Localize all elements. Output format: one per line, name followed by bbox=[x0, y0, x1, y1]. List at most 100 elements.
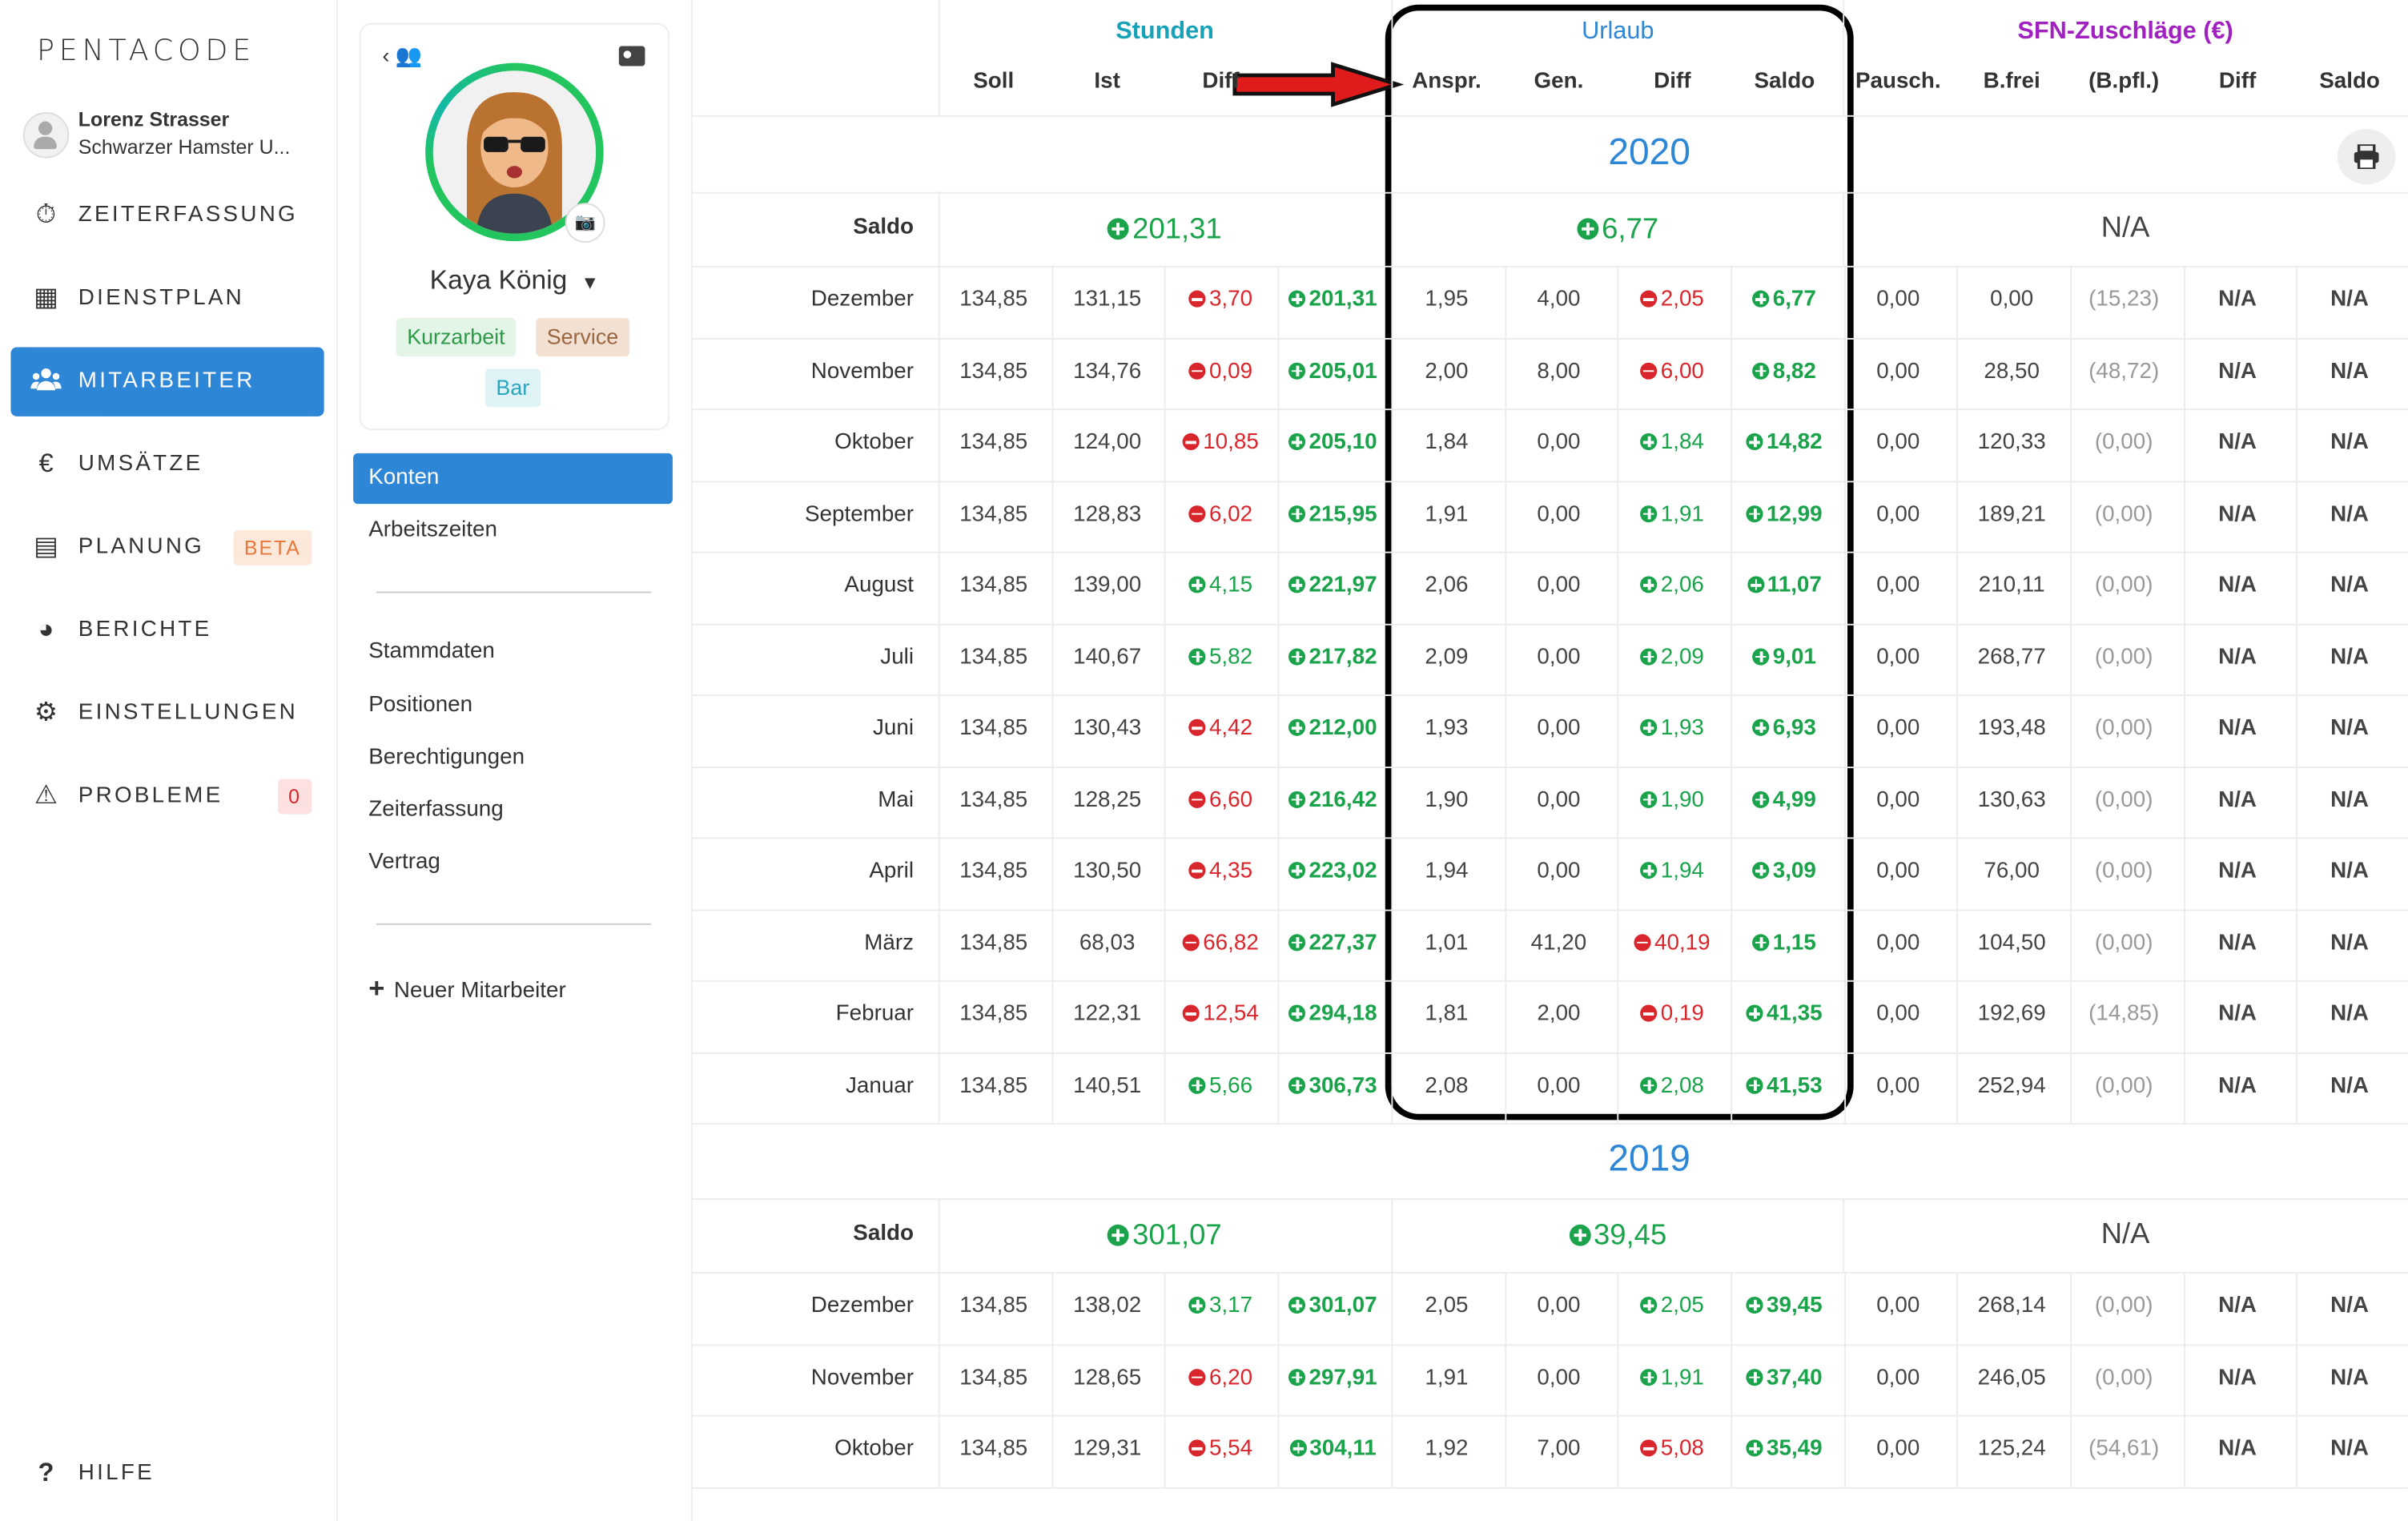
table-cell-soll: 134,85 bbox=[959, 501, 1028, 526]
euro-icon: € bbox=[38, 449, 54, 478]
table-cell-pausch: 0,00 bbox=[1876, 1365, 1920, 1390]
table-cell-udiff: 2,08 bbox=[1615, 1073, 1729, 1098]
column-divider bbox=[1956, 408, 1959, 481]
plus-circle-icon bbox=[1752, 933, 1770, 951]
table-cell-usaldo: 41,35 bbox=[1727, 1002, 1841, 1026]
column-divider bbox=[938, 1414, 940, 1487]
table-cell-usaldo: 6,77 bbox=[1727, 288, 1841, 312]
table-cell-ssaldo: N/A bbox=[2330, 1365, 2370, 1390]
employee-name-dropdown[interactable]: Kaya König ▼ bbox=[361, 264, 669, 296]
column-divider bbox=[1956, 980, 1959, 1052]
camera-icon[interactable]: 📷 bbox=[565, 203, 605, 243]
row-divider bbox=[690, 837, 2408, 839]
table-cell-bpfl: (0,00) bbox=[2094, 430, 2153, 455]
minus-circle-icon bbox=[1183, 933, 1200, 951]
nav-item-hilfe[interactable]: ? HILFE bbox=[10, 1439, 324, 1508]
table-cell-udiff: 1,91 bbox=[1615, 1365, 1729, 1390]
value: 37,40 bbox=[1767, 1365, 1823, 1390]
user-menu[interactable]: Lorenz Strasser Schwarzer Hamster U... bbox=[22, 104, 331, 166]
user-company: Schwarzer Hamster U... bbox=[78, 135, 291, 159]
column-divider bbox=[2183, 908, 2185, 980]
table-cell-diff: 6,20 bbox=[1164, 1365, 1278, 1390]
id-card-icon[interactable] bbox=[618, 46, 645, 66]
table-cell-ist: 130,43 bbox=[1073, 715, 1142, 741]
column-divider bbox=[1505, 908, 1507, 980]
new-employee-button[interactable]: + Neuer Mitarbeiter bbox=[353, 960, 673, 1011]
plus-circle-icon bbox=[1747, 1296, 1764, 1314]
table-cell-anspr: 1,91 bbox=[1425, 501, 1469, 526]
subnav-arbeitszeiten[interactable]: Arbeitszeiten bbox=[353, 505, 673, 556]
nav-item-zeiterfassung[interactable]: ⏱ ZEITERFASSUNG bbox=[10, 181, 324, 250]
nav-item-probleme[interactable]: ⚠ PROBLEME 0 bbox=[10, 762, 324, 831]
users-icon bbox=[30, 366, 62, 396]
table-cell-soll: 134,85 bbox=[959, 1001, 1028, 1027]
table-cell-bfrei: 76,00 bbox=[1984, 859, 2040, 883]
column-header: B.frei bbox=[1983, 69, 2040, 95]
back-to-employees-icon[interactable]: ‹ 👥 bbox=[383, 43, 423, 70]
caret-down-icon: ▼ bbox=[581, 272, 600, 294]
column-divider bbox=[1956, 265, 1959, 338]
table-cell-pausch: 0,00 bbox=[1876, 501, 1920, 526]
nav-item-planung[interactable]: ▤ PLANUNG BETA bbox=[10, 513, 324, 582]
saldo-row-label: Saldo bbox=[853, 1221, 915, 1246]
value: 0,19 bbox=[1660, 1001, 1704, 1027]
column-divider bbox=[1617, 265, 1619, 338]
subnav-zeiterfassung[interactable]: Zeiterfassung bbox=[353, 785, 673, 835]
column-divider bbox=[1844, 622, 1847, 695]
column-divider bbox=[2070, 265, 2072, 338]
value: 6,00 bbox=[1660, 358, 1704, 384]
column-divider bbox=[938, 622, 940, 695]
plus-circle-icon bbox=[1640, 1076, 1658, 1093]
plus-circle-icon bbox=[1640, 1368, 1658, 1386]
table-cell-ssaldo: N/A bbox=[2330, 787, 2370, 812]
plus-circle-icon bbox=[1189, 576, 1207, 594]
nav-item-einstellungen[interactable]: ⚙ EINSTELLUNGEN bbox=[10, 679, 324, 748]
column-divider bbox=[938, 694, 940, 767]
column-divider bbox=[1164, 1414, 1166, 1487]
nav-item-dienstplan[interactable]: ▦ DIENSTPLAN bbox=[10, 264, 324, 333]
subnav-positionen[interactable]: Positionen bbox=[353, 681, 673, 731]
nav-item-mitarbeiter[interactable]: MITARBEITER bbox=[10, 347, 324, 416]
column-divider bbox=[938, 408, 940, 481]
subnav-konten[interactable]: Konten bbox=[353, 453, 673, 505]
table-cell-anspr: 1,93 bbox=[1425, 715, 1469, 741]
app-logo[interactable]: PENTACODE bbox=[37, 34, 255, 67]
column-divider bbox=[1051, 480, 1054, 552]
column-divider bbox=[1164, 622, 1166, 695]
column-header: Pausch. bbox=[1855, 69, 1941, 95]
column-divider bbox=[1164, 1272, 1166, 1344]
table-cell-pausch: 0,00 bbox=[1876, 287, 1920, 312]
table-cell-diff: 5,54 bbox=[1164, 1437, 1278, 1461]
table-cell-sdiff: N/A bbox=[2218, 930, 2257, 956]
column-divider bbox=[1956, 337, 1959, 409]
column-divider bbox=[1844, 766, 1847, 838]
column-divider bbox=[1617, 337, 1619, 409]
nav-label: PROBLEME bbox=[78, 783, 223, 808]
nav-item-berichte[interactable]: ◕ BERICHTE bbox=[10, 596, 324, 665]
table-cell-udiff: 1,91 bbox=[1615, 501, 1729, 526]
subnav-stammdaten[interactable]: Stammdaten bbox=[353, 627, 673, 678]
minus-circle-icon bbox=[1189, 505, 1207, 522]
nav-item-umsaetze[interactable]: € UMSÄTZE bbox=[10, 430, 324, 499]
table-cell-bpfl: (0,00) bbox=[2094, 573, 2153, 598]
subnav-berechtigungen[interactable]: Berechtigungen bbox=[353, 733, 673, 783]
minus-circle-icon bbox=[1640, 290, 1658, 308]
month-label: Dezember bbox=[810, 287, 915, 312]
value: 301,07 bbox=[1309, 1294, 1377, 1318]
table-cell-bfrei: 193,48 bbox=[1977, 715, 2046, 741]
value: 2,05 bbox=[1660, 1294, 1704, 1318]
value: 306,73 bbox=[1309, 1072, 1377, 1098]
table-cell-ist: 128,25 bbox=[1073, 787, 1142, 812]
column-divider bbox=[1731, 622, 1733, 695]
month-label: August bbox=[844, 573, 915, 598]
column-divider bbox=[2070, 622, 2072, 695]
minus-circle-icon bbox=[1640, 1439, 1658, 1457]
plus-circle-icon bbox=[1288, 433, 1306, 451]
subnav-vertrag[interactable]: Vertrag bbox=[353, 837, 673, 887]
column-divider bbox=[1505, 837, 1507, 909]
column-divider bbox=[2070, 1052, 2072, 1124]
table-cell-udiff: 1,90 bbox=[1615, 787, 1729, 812]
row-divider bbox=[690, 694, 2408, 696]
plus-circle-icon bbox=[1108, 1224, 1130, 1246]
main-sidebar: PENTACODE Lorenz Strasser Schwarzer Hams… bbox=[0, 0, 338, 1521]
